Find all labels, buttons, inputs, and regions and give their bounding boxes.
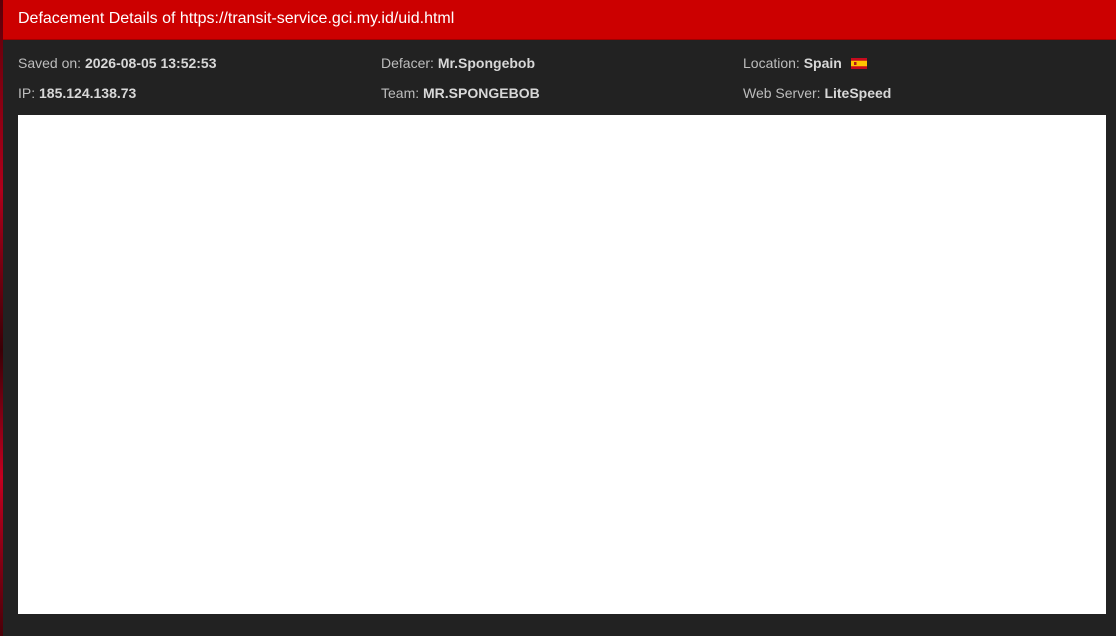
- panel-header: Defacement Details of https://transit-se…: [3, 0, 1116, 40]
- defacer-label: Defacer:: [381, 55, 434, 71]
- saved-on-value: 2026-08-05 13:52:53: [84, 55, 217, 71]
- web-server-field: Web Server: LiteSpeed: [743, 85, 891, 101]
- location-value: Spain: [803, 55, 842, 71]
- location-field: Location: Spain: [743, 55, 867, 71]
- defacer-value: Mr.Spongebob: [437, 55, 536, 71]
- web-server-label: Web Server:: [743, 85, 821, 101]
- ip-field: IP: 185.124.138.73: [18, 85, 136, 101]
- team-value: MR.SPONGEBOB: [423, 85, 540, 101]
- saved-on-field: Saved on: 2026-08-05 13:52:53: [18, 55, 217, 71]
- location-label: Location:: [743, 55, 800, 71]
- defacement-preview-frame[interactable]: [18, 115, 1106, 614]
- saved-on-label: Saved on:: [18, 55, 82, 71]
- panel-title: Defacement Details of https://transit-se…: [18, 10, 455, 27]
- defacement-details-panel: Defacement Details of https://transit-se…: [3, 0, 1116, 636]
- web-server-value: LiteSpeed: [824, 85, 892, 101]
- ip-label: IP:: [18, 85, 36, 101]
- spain-flag-icon: [850, 56, 867, 69]
- ip-value: 185.124.138.73: [39, 85, 137, 101]
- team-field: Team: MR.SPONGEBOB: [381, 85, 540, 101]
- defacer-field: Defacer: Mr.Spongebob: [381, 55, 535, 71]
- team-label: Team:: [381, 85, 420, 101]
